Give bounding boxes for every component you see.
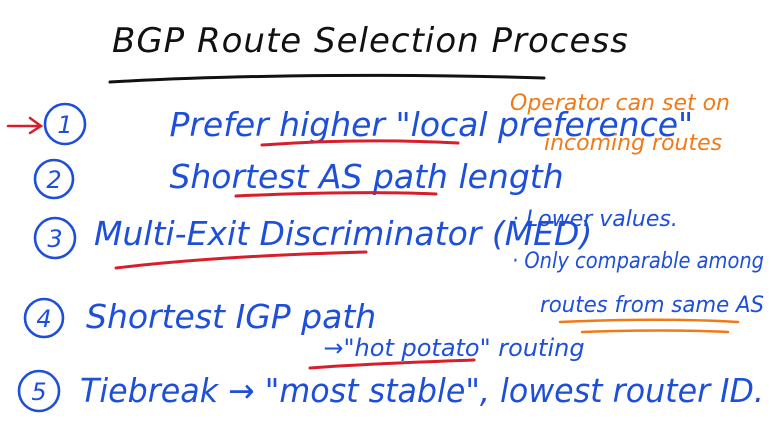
step-number: 5 (31, 378, 46, 406)
step-number: 2 (46, 166, 61, 194)
hot-potato-highlight: "hot potato" (344, 334, 491, 362)
step-number: 4 (36, 305, 51, 333)
highlight-underline (558, 318, 740, 324)
med-note-line-2: · Only comparable among (512, 249, 764, 274)
step-4: 4 Shortest IGP path (23, 297, 376, 339)
hot-potato-text: →"hot potato" routing (270, 334, 623, 362)
title-underline (108, 73, 546, 84)
step-text-highlight: AS path length (317, 157, 564, 196)
step-text: Tiebreak → "most stable", lowest router … (80, 371, 764, 410)
highlight-underline (580, 329, 730, 334)
step-text-main: Shortest (169, 157, 318, 196)
step-text-main: Prefer higher (169, 105, 395, 144)
step-text: Shortest IGP path (86, 297, 376, 336)
whiteboard: BGP Route Selection Process 1 Prefer hig… (6, 21, 764, 413)
page-title: BGP Route Selection Process (112, 21, 629, 61)
med-notes: · Lower values. · Only comparable among … (512, 207, 764, 334)
step-5: 5 Tiebreak → "most stable", lowest route… (17, 369, 764, 413)
med-note-line-1: · Lower values. (512, 207, 678, 232)
hot-potato-arrow: → (323, 334, 343, 362)
step-number: 1 (57, 111, 72, 139)
step-2: 2 Shortest AS path length (33, 157, 616, 200)
hot-potato-note: →"hot potato" routing (270, 334, 623, 370)
step-number: 3 (47, 225, 62, 253)
operator-note-line-1: Operator can set on (510, 91, 730, 116)
operator-note-line-2: incoming routes (544, 131, 722, 156)
step-text: Shortest AS path length (96, 157, 616, 196)
step-3: 3 Multi-Exit Discriminator (MED) (33, 214, 592, 270)
med-note-line-3: routes from same AS (540, 293, 764, 318)
highlight-underline (114, 250, 368, 270)
pointer-arrow-icon (6, 116, 44, 135)
hot-potato-after: routing (491, 334, 585, 362)
